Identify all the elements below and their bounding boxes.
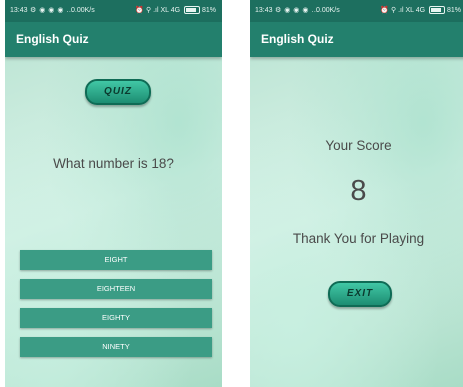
network-speed: 0.00K/s bbox=[71, 7, 95, 14]
network-speed: 0.00K/s bbox=[316, 7, 340, 14]
battery-percent: 81% bbox=[446, 7, 461, 14]
notification-icons: ⚙ ◉ ◉ ◉ … bbox=[275, 7, 319, 14]
question-screen: 13:43 ⚙ ◉ ◉ ◉ … 0.00K/s ⏰ ⚲ .ıl XL 4G 81… bbox=[5, 0, 222, 387]
score-label: Your Score bbox=[325, 138, 392, 153]
notification-icons: ⚙ ◉ ◉ ◉ … bbox=[30, 7, 74, 14]
thanks-message: Thank You for Playing bbox=[292, 231, 425, 246]
score-screen: 13:43 ⚙ ◉ ◉ ◉ … 0.00K/s ⏰ ⚲ .ıl XL 4G 81… bbox=[250, 0, 463, 387]
question-text: What number is 18? bbox=[53, 156, 174, 171]
status-bar: 13:43 ⚙ ◉ ◉ ◉ … 0.00K/s ⏰ ⚲ .ıl XL 4G 81… bbox=[250, 0, 463, 22]
status-right-icons: ⏰ ⚲ .ıl XL 4G 81% bbox=[380, 0, 461, 22]
answer-button-eighteen[interactable]: EIGHTEEN bbox=[20, 279, 212, 299]
battery-icon bbox=[184, 6, 201, 15]
answer-button-ninety[interactable]: NINETY bbox=[20, 337, 212, 357]
battery-icon bbox=[429, 6, 446, 15]
app-bar: English Quiz bbox=[250, 22, 463, 57]
app-title: English Quiz bbox=[261, 32, 334, 46]
battery-percent: 81% bbox=[201, 7, 216, 14]
status-time: 13:43 bbox=[10, 7, 28, 14]
status-bar: 13:43 ⚙ ◉ ◉ ◉ … 0.00K/s ⏰ ⚲ .ıl XL 4G 81… bbox=[5, 0, 222, 22]
status-time: 13:43 bbox=[255, 7, 273, 14]
score-content: Your Score 8 Thank You for Playing EXIT bbox=[250, 57, 463, 387]
app-bar: English Quiz bbox=[5, 22, 222, 57]
answer-button-eight[interactable]: EIGHT bbox=[20, 250, 212, 270]
exit-button[interactable]: EXIT bbox=[328, 281, 392, 307]
signal-icons: ⏰ ⚲ .ıl XL 4G bbox=[135, 7, 181, 14]
quiz-logo: QUIZ bbox=[85, 79, 151, 105]
app-title: English Quiz bbox=[16, 32, 89, 46]
score-value: 8 bbox=[350, 175, 367, 207]
question-content: QUIZ What number is 18? EIGHT EIGHTEEN E… bbox=[5, 57, 222, 387]
answer-button-eighty[interactable]: EIGHTY bbox=[20, 308, 212, 328]
signal-icons: ⏰ ⚲ .ıl XL 4G bbox=[380, 7, 426, 14]
status-right-icons: ⏰ ⚲ .ıl XL 4G 81% bbox=[135, 0, 216, 22]
